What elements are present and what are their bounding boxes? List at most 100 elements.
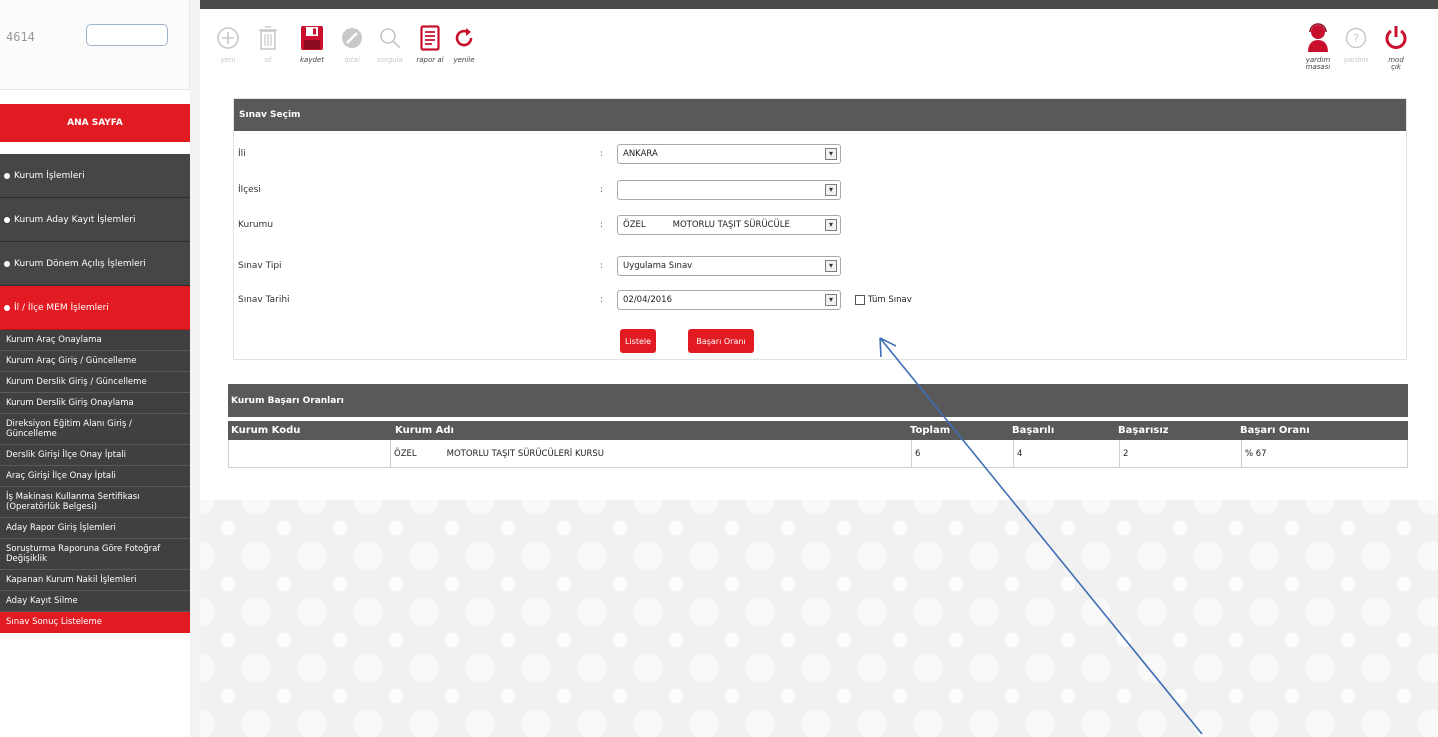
top-title-bar xyxy=(200,0,1438,9)
sidebar-item[interactable]: Aday Kayıt Silme xyxy=(0,591,190,612)
field-label: Sınav Tarihi xyxy=(238,295,290,305)
sidebar-group-donem-acilis[interactable]: Kurum Dönem Açılış İşlemleri xyxy=(0,242,190,286)
bullet-icon xyxy=(4,304,10,311)
user-code: 4614 xyxy=(6,30,35,44)
sidebar-item[interactable]: Kurum Derslik Giriş Onaylama xyxy=(0,393,190,414)
all-exams-checkbox[interactable] xyxy=(855,295,865,305)
query-button[interactable]: sorgula xyxy=(370,21,410,64)
select-value: Uygulama Sınav xyxy=(623,261,693,271)
refresh-icon xyxy=(455,28,473,47)
query-label: sorgula xyxy=(377,56,403,64)
sidebar-item[interactable]: Kurum Araç Onaylama xyxy=(0,330,190,351)
sidebar-group-il-ilce-mem[interactable]: İl / İlçe MEM İşlemleri xyxy=(0,286,190,330)
support-agent-icon xyxy=(1308,23,1328,52)
cell-passed: 4 xyxy=(1013,440,1119,467)
sidebar-item[interactable]: Soruşturma Raporuna Göre Fotoğraf Değişi… xyxy=(0,539,190,570)
user-input[interactable] xyxy=(86,24,168,46)
field-row-kurum: Kurumu : ÖZEL MOTORLU TAŞIT SÜRÜCÜLE ▾ xyxy=(234,213,1408,237)
cell-rate: % 67 xyxy=(1241,440,1407,467)
institution-select[interactable]: ÖZEL MOTORLU TAŞIT SÜRÜCÜLE ▾ xyxy=(617,215,841,235)
refresh-button[interactable]: yenile xyxy=(444,21,484,64)
field-colon: : xyxy=(600,149,604,159)
column-header: Kurum Kodu xyxy=(231,425,301,436)
district-select[interactable]: ▾ xyxy=(617,180,841,200)
new-button[interactable]: yeni xyxy=(208,21,248,64)
select-value: ÖZEL MOTORLU TAŞIT SÜRÜCÜLE xyxy=(623,220,790,230)
results-panel: Kurum Başarı Oranları Kurum Kodu Kurum A… xyxy=(228,384,1408,482)
trash-icon xyxy=(259,26,277,50)
field-label: Kurumu xyxy=(238,220,274,230)
cell-code xyxy=(229,440,390,467)
list-button[interactable]: Listele xyxy=(620,329,656,353)
cell-total: 6 xyxy=(911,440,1013,467)
all-exams-option[interactable]: Tüm Sınav xyxy=(855,295,912,305)
field-label: İli xyxy=(238,149,246,159)
column-header: Kurum Adı xyxy=(395,425,454,436)
cell-failed: 2 xyxy=(1119,440,1241,467)
province-select[interactable]: ANKARA ▾ xyxy=(617,144,841,164)
field-colon: : xyxy=(600,261,604,271)
sidebar-group-label: İl / İlçe MEM İşlemleri xyxy=(14,302,109,313)
sidebar: ANA SAYFA Kurum İşlemleri Kurum Aday Kay… xyxy=(0,104,190,633)
success-rate-button[interactable]: Başarı Oranı xyxy=(688,329,754,353)
select-value: 02/04/2016 xyxy=(623,295,672,305)
chevron-down-icon: ▾ xyxy=(825,294,837,306)
help-label: yardım xyxy=(1343,56,1369,64)
field-label: Sınav Tipi xyxy=(238,261,282,271)
exam-date-select[interactable]: 02/04/2016 ▾ xyxy=(617,290,841,310)
results-title: Kurum Başarı Oranları xyxy=(228,384,1408,417)
field-colon: : xyxy=(600,220,604,230)
question-icon: ? xyxy=(1345,27,1367,49)
sidebar-item[interactable]: Kurum Derslik Giriş / Güncelleme xyxy=(0,372,190,393)
sidebar-group-label: Kurum İşlemleri xyxy=(14,170,85,181)
help-desk-button[interactable]: yardım masası xyxy=(1298,21,1338,71)
cell-name: ÖZEL MOTORLU TAŞIT SÜRÜCÜLERİ KURSU xyxy=(390,440,911,467)
logout-button[interactable]: mod çık xyxy=(1376,21,1416,71)
field-row-sinav-tipi: Sınav Tipi : Uygulama Sınav ▾ xyxy=(234,254,1408,278)
save-button[interactable]: kaydet xyxy=(292,21,332,64)
chevron-down-icon: ▾ xyxy=(825,184,837,196)
column-header: Başarılı xyxy=(1012,425,1055,436)
field-label: İlçesi xyxy=(238,185,261,195)
cancel-button[interactable]: iptal xyxy=(332,21,372,64)
field-colon: : xyxy=(600,295,604,305)
sidebar-group-kurum-islemleri[interactable]: Kurum İşlemleri xyxy=(0,154,190,198)
sidebar-item[interactable]: Aday Rapor Giriş İşlemleri xyxy=(0,518,190,539)
panel-title: Sınav Seçim xyxy=(234,99,1406,131)
cancel-label: iptal xyxy=(344,56,360,64)
exam-selection-panel: Sınav Seçim İli : ANKARA ▾ İlçesi : ▾ Ku… xyxy=(233,98,1407,360)
report-icon xyxy=(420,25,440,51)
chevron-down-icon: ▾ xyxy=(825,219,837,231)
sidebar-item-sinav-sonuc-listeleme[interactable]: Sınav Sonuç Listeleme xyxy=(0,612,190,633)
save-icon xyxy=(301,26,323,50)
help-button[interactable]: ? yardım xyxy=(1336,21,1376,64)
sidebar-item[interactable]: Direksiyon Eğitim Alanı Giriş / Güncelle… xyxy=(0,414,190,445)
background-pattern xyxy=(200,500,1438,737)
toolbar: yeni sil kaydet iptal sorgula rapor al y… xyxy=(200,9,1438,89)
column-header: Başarısız xyxy=(1118,425,1169,436)
sidebar-item[interactable]: Kurum Araç Giriş / Güncelleme xyxy=(0,351,190,372)
sidebar-group-aday-kayit[interactable]: Kurum Aday Kayıt İşlemleri xyxy=(0,198,190,242)
sidebar-item[interactable]: İş Makinası Kullanma Sertifikası (Operat… xyxy=(0,487,190,518)
power-icon xyxy=(1385,26,1407,49)
field-row-sinav-tarihi: Sınav Tarihi : 02/04/2016 ▾ Tüm Sınav xyxy=(234,288,1408,312)
bullet-icon xyxy=(4,260,10,267)
field-colon: : xyxy=(600,185,604,195)
exam-type-select[interactable]: Uygulama Sınav ▾ xyxy=(617,256,841,276)
delete-button[interactable]: sil xyxy=(248,21,288,64)
sidebar-item[interactable]: Kapanan Kurum Nakil İşlemleri xyxy=(0,570,190,591)
sidebar-home[interactable]: ANA SAYFA xyxy=(0,104,190,142)
bullet-icon xyxy=(4,216,10,223)
all-exams-label: Tüm Sınav xyxy=(868,295,912,305)
user-box: 4614 xyxy=(0,0,190,90)
chevron-down-icon: ▾ xyxy=(825,260,837,272)
plus-circle-icon xyxy=(217,27,239,49)
search-icon xyxy=(380,28,401,49)
sidebar-item[interactable]: Araç Girişi İlçe Onay İptali xyxy=(0,466,190,487)
save-label: kaydet xyxy=(300,56,324,64)
column-header: Toplam xyxy=(910,425,951,436)
delete-label: sil xyxy=(264,56,272,64)
sidebar-group-label: Kurum Dönem Açılış İşlemleri xyxy=(14,258,146,269)
table-header: Kurum Kodu Kurum Adı Toplam Başarılı Baş… xyxy=(228,421,1408,440)
sidebar-item[interactable]: Derslik Girişi İlçe Onay İptali xyxy=(0,445,190,466)
